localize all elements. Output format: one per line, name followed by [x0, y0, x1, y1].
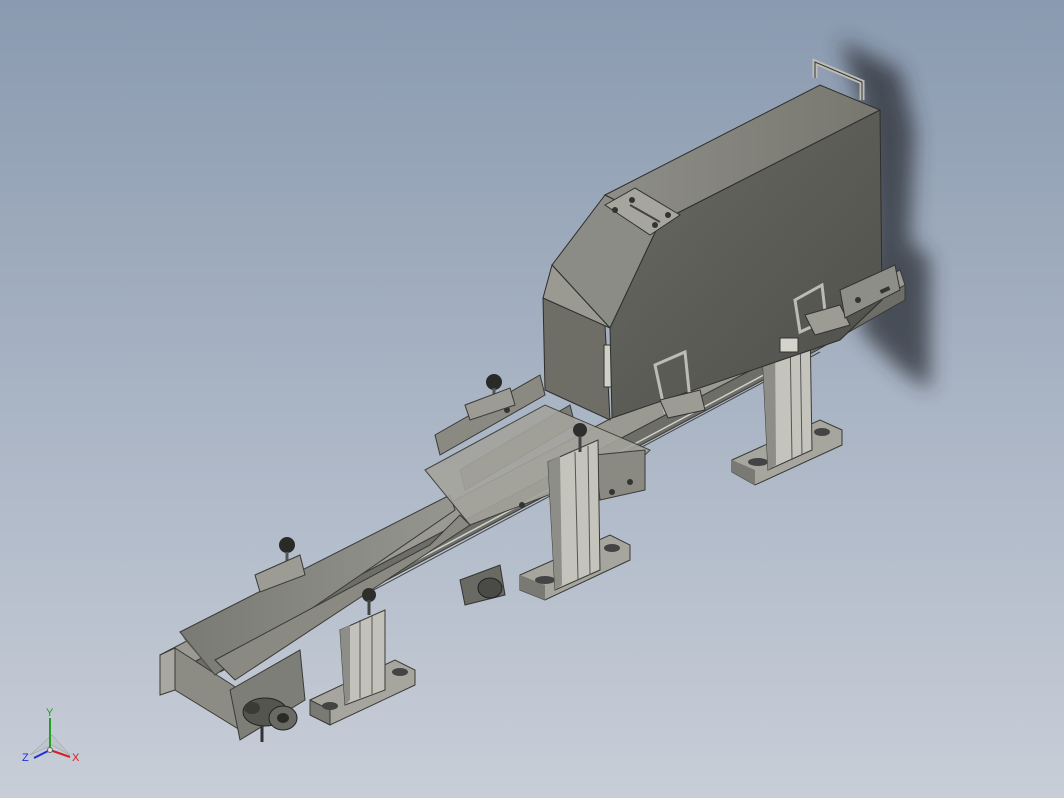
- labeler-housing[interactable]: [542, 58, 883, 421]
- model-3d-view[interactable]: Y X Z: [0, 0, 1064, 798]
- graphics-viewport[interactable]: Y X Z: [0, 0, 1064, 798]
- side-guide-front[interactable]: [179, 494, 456, 676]
- coordinate-triad: Y X Z: [22, 707, 80, 764]
- z-axis-label: Z: [22, 752, 29, 764]
- post-connector: [779, 337, 799, 353]
- drive-motor[interactable]: [459, 564, 506, 606]
- x-axis-label: X: [72, 752, 80, 764]
- y-axis-label: Y: [46, 707, 54, 719]
